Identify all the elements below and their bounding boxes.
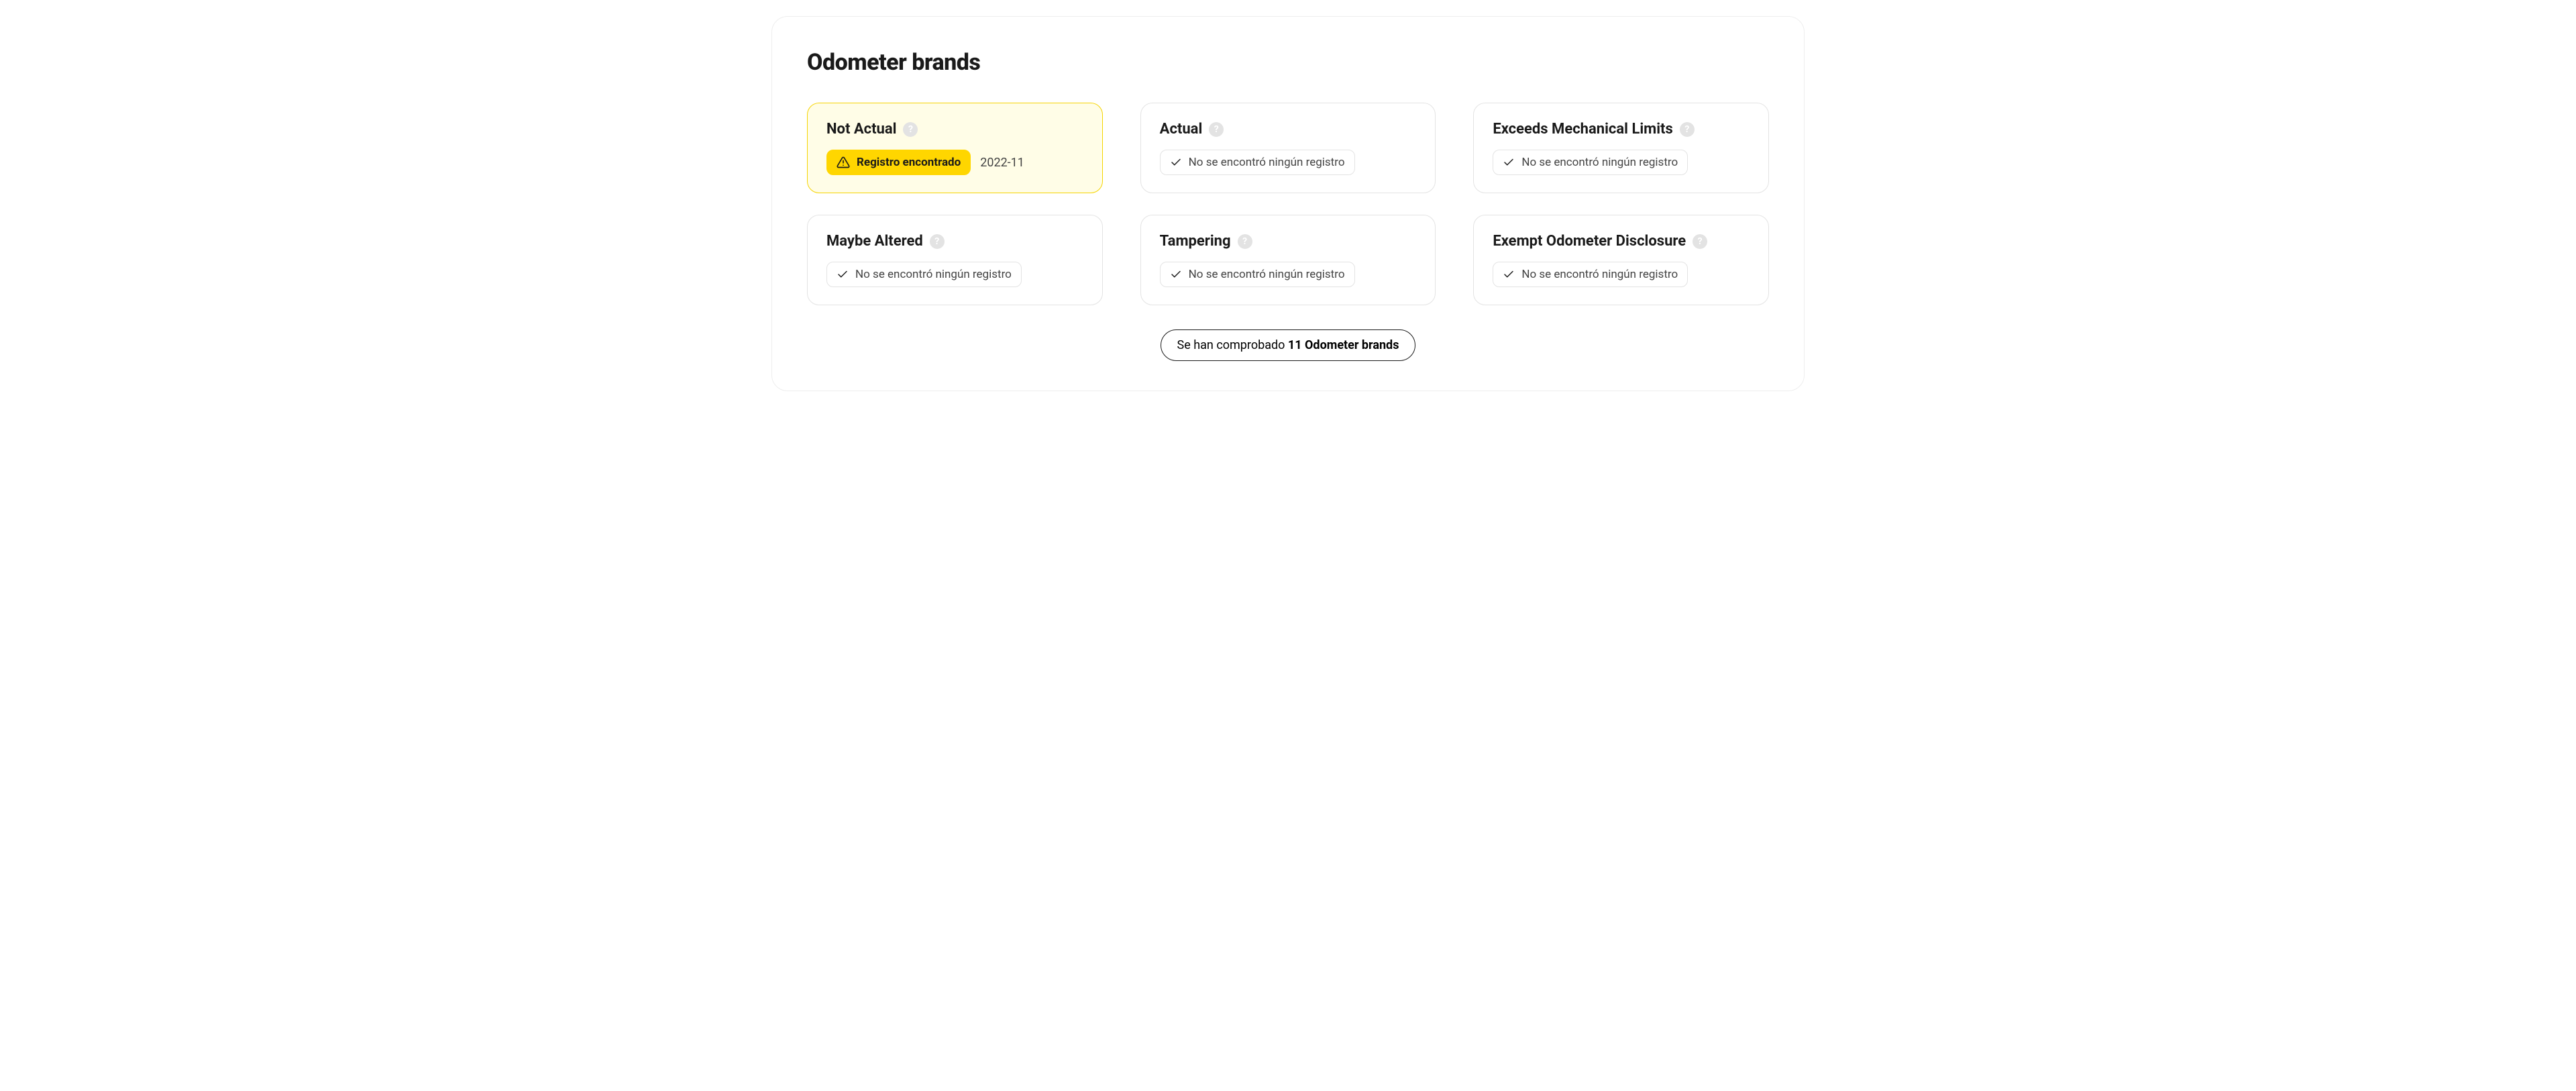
card-title: Exceeds Mechanical Limits? (1493, 121, 1750, 138)
brand-card: Maybe Altered? No se encontró ningún regi… (807, 215, 1103, 305)
badge-text: No se encontró ningún registro (1189, 268, 1345, 281)
card-title: Not Actual? (826, 121, 1083, 138)
cards-grid: Not Actual? Registro encontrado 2022-11 Act… (807, 103, 1769, 305)
card-title: Maybe Altered? (826, 233, 1083, 250)
badge-text: No se encontró ningún registro (855, 268, 1012, 281)
card-title-text: Exempt Odometer Disclosure (1493, 233, 1686, 250)
odometer-brands-panel: Odometer brands Not Actual? Registro enco… (771, 16, 1805, 391)
status-row: No se encontró ningún registro (1160, 262, 1417, 287)
record-found-badge: Registro encontrado (826, 150, 971, 175)
help-icon[interactable]: ? (930, 234, 945, 249)
section-title: Odometer brands (807, 49, 1769, 76)
help-icon[interactable]: ? (903, 122, 918, 137)
brand-card: Actual? No se encontró ningún registro (1140, 103, 1436, 193)
card-title-text: Maybe Altered (826, 233, 923, 250)
footer-row: Se han comprobado 11 Odometer brands (807, 329, 1769, 361)
card-title: Tampering? (1160, 233, 1417, 250)
brand-card: Exceeds Mechanical Limits? No se encontró… (1473, 103, 1769, 193)
brand-card: Exempt Odometer Disclosure? No se encontr… (1473, 215, 1769, 305)
no-record-badge: No se encontró ningún registro (1160, 150, 1355, 175)
help-icon[interactable]: ? (1209, 122, 1224, 137)
status-row: No se encontró ningún registro (1493, 262, 1750, 287)
check-icon (1503, 268, 1515, 280)
warning-icon (837, 156, 850, 169)
status-row: Registro encontrado 2022-11 (826, 150, 1083, 175)
check-icon (837, 268, 849, 280)
no-record-badge: No se encontró ningún registro (1160, 262, 1355, 287)
no-record-badge: No se encontró ningún registro (1493, 262, 1688, 287)
status-row: No se encontró ningún registro (1160, 150, 1417, 175)
footer-prefix: Se han comprobado (1177, 338, 1288, 352)
status-row: No se encontró ningún registro (826, 262, 1083, 287)
badge-text: No se encontró ningún registro (1521, 156, 1678, 169)
card-title: Actual? (1160, 121, 1417, 138)
status-row: No se encontró ningún registro (1493, 150, 1750, 175)
card-title: Exempt Odometer Disclosure? (1493, 233, 1750, 250)
footer-bold: 11 Odometer brands (1288, 338, 1399, 352)
checked-count-button[interactable]: Se han comprobado 11 Odometer brands (1161, 329, 1416, 361)
card-title-text: Exceeds Mechanical Limits (1493, 121, 1672, 138)
no-record-badge: No se encontró ningún registro (1493, 150, 1688, 175)
card-title-text: Not Actual (826, 121, 896, 138)
badge-text: No se encontró ningún registro (1189, 156, 1345, 169)
help-icon[interactable]: ? (1693, 234, 1707, 249)
badge-text: Registro encontrado (857, 156, 961, 169)
check-icon (1170, 156, 1182, 168)
brand-card: Tampering? No se encontró ningún registro (1140, 215, 1436, 305)
card-title-text: Tampering (1160, 233, 1231, 250)
card-title-text: Actual (1160, 121, 1203, 138)
badge-text: No se encontró ningún registro (1521, 268, 1678, 281)
check-icon (1503, 156, 1515, 168)
help-icon[interactable]: ? (1238, 234, 1252, 249)
help-icon[interactable]: ? (1680, 122, 1695, 137)
check-icon (1170, 268, 1182, 280)
record-date: 2022-11 (980, 156, 1024, 170)
no-record-badge: No se encontró ningún registro (826, 262, 1022, 287)
brand-card: Not Actual? Registro encontrado 2022-11 (807, 103, 1103, 193)
